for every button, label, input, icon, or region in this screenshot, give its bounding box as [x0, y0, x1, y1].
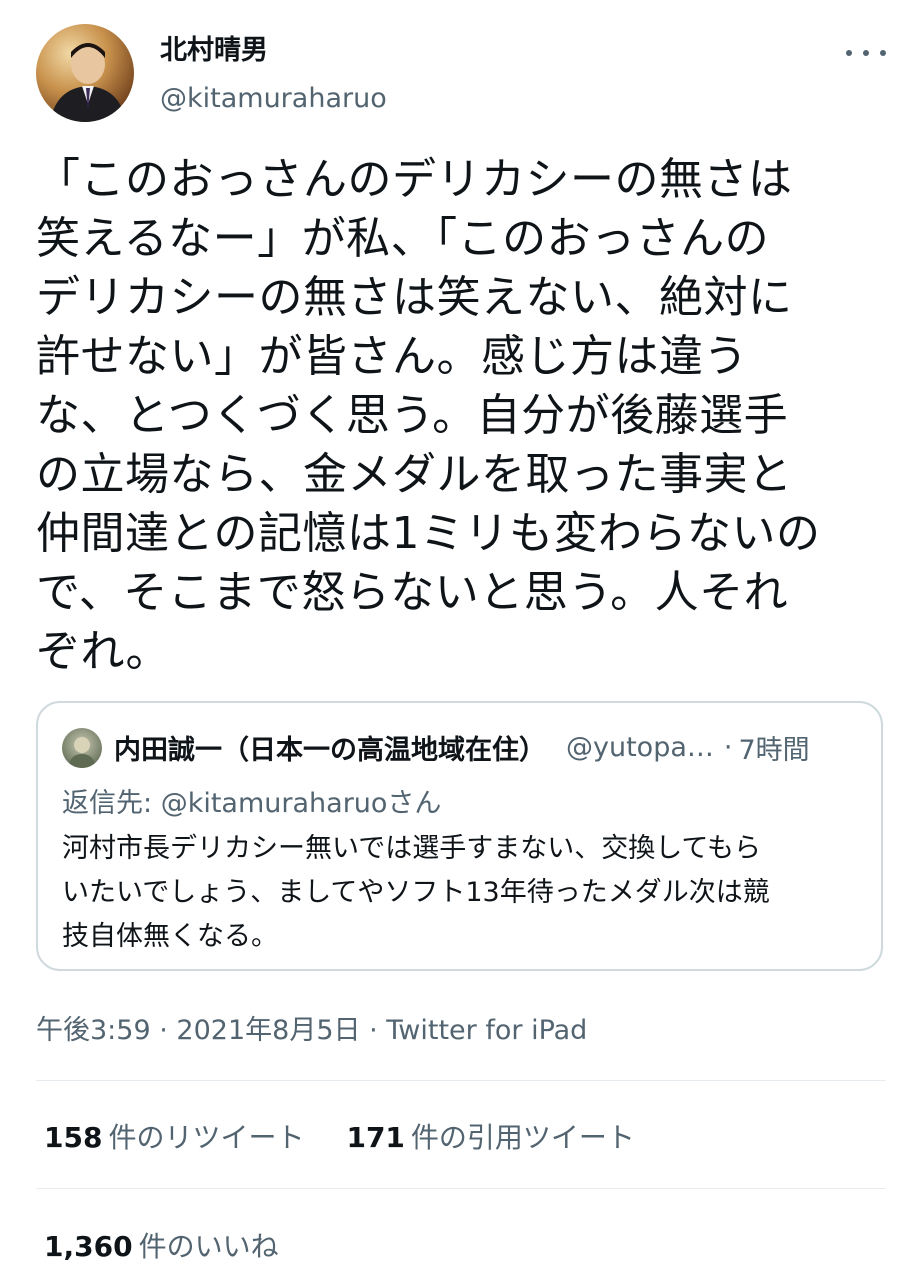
tweet-source[interactable]: Twitter for iPad	[386, 1015, 587, 1046]
likes-count: 1,360	[44, 1230, 133, 1263]
tweet-date[interactable]: 2021年8月5日	[176, 1015, 360, 1046]
meta-separator: ·	[159, 1015, 168, 1046]
reply-to-label: 返信先:	[62, 788, 153, 819]
quote-separator: ·	[723, 731, 733, 763]
more-dots-icon[interactable]	[846, 38, 886, 68]
divider	[36, 1080, 886, 1081]
avatar[interactable]	[36, 24, 134, 122]
quote-header: 内田誠一（日本一の高温地域在住） @yutopa… · 7時間	[114, 727, 857, 767]
display-name[interactable]: 北村晴男	[160, 34, 268, 68]
quoted-tweet-card[interactable]: 内田誠一（日本一の高温地域在住） @yutopa… · 7時間 返信先: @ki…	[36, 701, 883, 971]
user-handle[interactable]: @kitamuraharuo	[160, 82, 387, 116]
likes-label: 件のいいね	[138, 1230, 279, 1263]
meta-separator: ·	[369, 1015, 378, 1046]
quote-timestamp[interactable]: 7時間	[738, 728, 809, 767]
divider	[36, 1188, 886, 1189]
quote-avatar[interactable]	[62, 728, 102, 768]
tweet-header: 北村晴男 @kitamuraharuo	[36, 24, 886, 124]
quote-text: 河村市長デリカシー無いでは選手すまない、交換してもら いたいでしょう、ましてやソ…	[62, 833, 770, 952]
tweet-text: 「このおっさんのデリカシーの無さは 笑えるなー」が私、「このおっさんの デリカシ…	[36, 154, 821, 677]
retweets-stat[interactable]: 158 件のリツイート	[44, 1116, 304, 1156]
stats-row-likes: 1,360 件のいいね	[44, 1225, 279, 1265]
retweets-label: 件のリツイート	[108, 1121, 305, 1154]
quote-handle[interactable]: @yutopa…	[566, 732, 714, 763]
reply-to-handle[interactable]: @kitamuraharuoさん	[161, 788, 442, 819]
tweet-meta: 午後3:59 · 2021年8月5日 · Twitter for iPad	[36, 1008, 587, 1047]
quotes-stat[interactable]: 171 件の引用ツイート	[346, 1116, 634, 1156]
quotes-count: 171	[346, 1121, 405, 1154]
quotes-label: 件の引用ツイート	[410, 1121, 635, 1154]
dot	[880, 50, 886, 56]
tweet-time[interactable]: 午後3:59	[36, 1015, 151, 1046]
quote-display-name[interactable]: 内田誠一（日本一の高温地域在住）	[114, 728, 546, 767]
dot	[863, 50, 869, 56]
dot	[846, 50, 852, 56]
likes-stat[interactable]: 1,360 件のいいね	[44, 1225, 279, 1265]
retweets-count: 158	[44, 1121, 103, 1154]
reply-to-line: 返信先: @kitamuraharuoさん	[62, 781, 441, 820]
stats-row-shares: 158 件のリツイート 171 件の引用ツイート	[44, 1116, 635, 1156]
